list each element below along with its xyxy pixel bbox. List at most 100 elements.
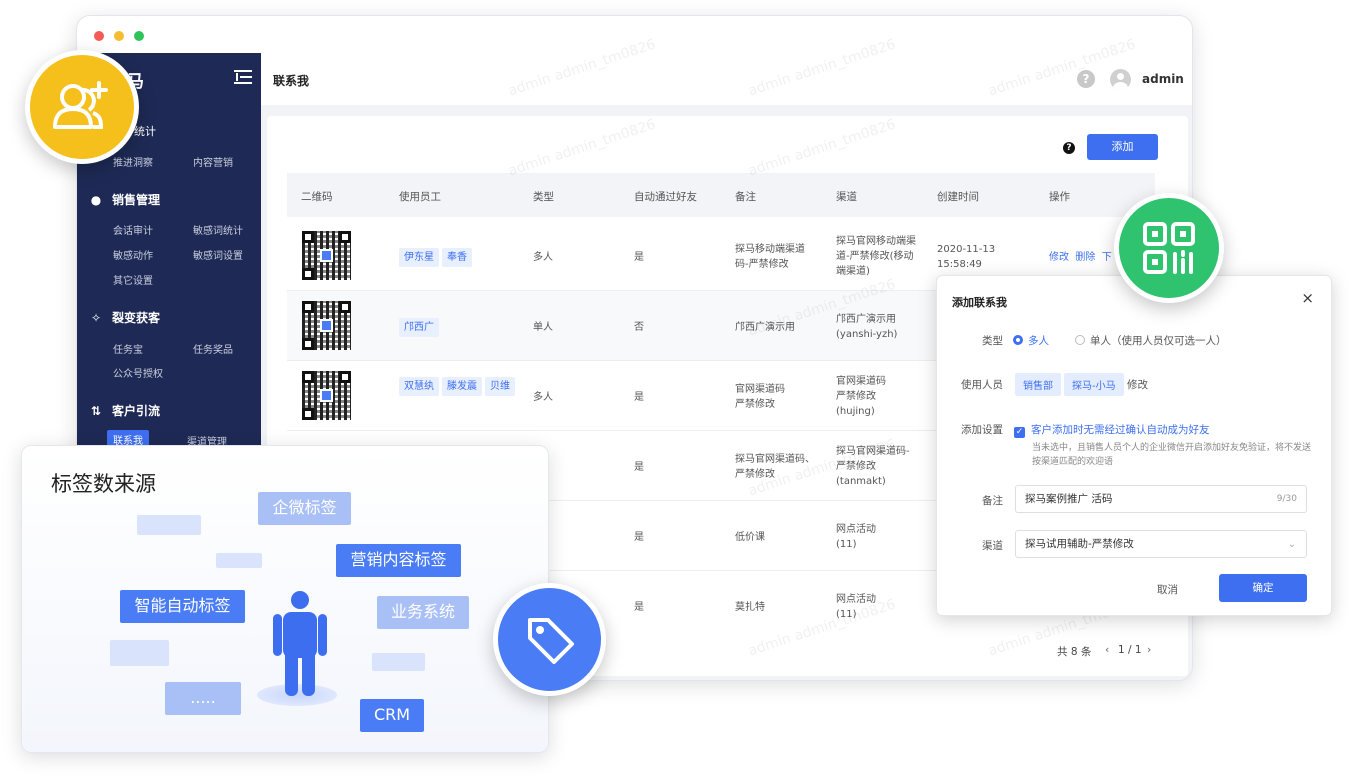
- sidebar-item-content[interactable]: 内容营销: [193, 154, 233, 169]
- sidebar-stat-label[interactable]: 统计: [134, 123, 156, 139]
- tag-badge: [493, 583, 606, 696]
- qrcode-icon: [1143, 222, 1195, 274]
- tag-more: .....: [165, 682, 241, 715]
- chevron-down-icon: ⌄: [1287, 539, 1296, 550]
- page-title: 联系我: [273, 74, 310, 88]
- close-icon[interactable]: ×: [1301, 289, 1314, 307]
- help-icon[interactable]: ?: [1077, 70, 1095, 88]
- confirm-button[interactable]: 确定: [1219, 574, 1307, 602]
- ghost-tag: [216, 553, 262, 568]
- qr-code-image[interactable]: [302, 301, 351, 350]
- staff-cell: 邝西广: [399, 318, 442, 340]
- channel-cell: 网点活动 (11): [836, 524, 876, 550]
- sidebar-section-label: 销售管理: [112, 193, 161, 207]
- radio-icon: [1075, 335, 1085, 345]
- sidebar-item-prize[interactable]: 任务奖品: [193, 341, 233, 356]
- price-tag-icon: [527, 617, 574, 664]
- avatar[interactable]: [1110, 69, 1131, 90]
- edit-link[interactable]: 修改: [1049, 252, 1069, 263]
- sidebar-section-sales[interactable]: ● 销售管理: [89, 191, 160, 208]
- channel-cell: 邝西广演示用 (yanshi-yzh): [836, 314, 898, 340]
- sidebar-item-insight[interactable]: 推进洞察: [113, 154, 153, 169]
- close-dot[interactable]: [94, 31, 104, 41]
- sidebar-section-traffic[interactable]: ⇅ 客户引流: [89, 402, 160, 419]
- tag-wecom: 企微标签: [258, 492, 351, 525]
- type-option-single[interactable]: 单人（使用人员仅可选一人）: [1075, 333, 1227, 348]
- dialog-title: 添加联系我: [952, 296, 1007, 309]
- remark-cell: 莫扎特: [735, 602, 765, 613]
- remark-cell: 官网渠道码 严禁修改: [735, 384, 785, 410]
- qrcode-badge: [1114, 193, 1224, 303]
- tag-source-card: 标签数来源 企微标签 营销内容标签 智能自动标签 业务系统 CRM .....: [21, 445, 549, 753]
- staff-cell: 双慧纨 滕发震 贝维: [399, 377, 519, 399]
- ghost-tag: [110, 640, 169, 666]
- sidebar-item-other-settings[interactable]: 其它设置: [113, 272, 153, 287]
- ghost-tag: [372, 653, 425, 671]
- channel-cell: 官网渠道码 严禁修改 (hujing): [836, 376, 886, 417]
- delete-link[interactable]: 删除: [1075, 252, 1095, 263]
- sidebar-item-mp-auth[interactable]: 公众号授权: [113, 365, 163, 380]
- column-header: 使用员工: [399, 191, 441, 203]
- person-figure-icon: [273, 591, 327, 696]
- qr-code-image[interactable]: [302, 371, 351, 420]
- staff-tag: 伊东星: [399, 248, 439, 267]
- column-header: 操作: [1049, 191, 1070, 203]
- minimize-dot[interactable]: [114, 31, 124, 41]
- cancel-button[interactable]: 取消: [1157, 582, 1178, 597]
- person-icon: ●: [90, 192, 102, 207]
- staff-edit-link[interactable]: 修改: [1127, 377, 1148, 392]
- type-cell: 多人: [533, 252, 553, 263]
- sidebar-section-label: 裂变获客: [112, 311, 161, 325]
- tag-marketing: 营销内容标签: [336, 544, 461, 577]
- add-user-badge: [25, 50, 139, 164]
- sidebar-item-sensitive-setting[interactable]: 敏感词设置: [193, 247, 243, 262]
- remark-cell: 探马移动端渠道码-严禁修改: [735, 244, 805, 270]
- staff-tag: 邝西广: [399, 318, 439, 337]
- user-name[interactable]: admin: [1142, 72, 1184, 86]
- add-button[interactable]: 添加: [1087, 134, 1158, 160]
- sidebar-item-task[interactable]: 任务宝: [113, 341, 143, 356]
- tag-business: 业务系统: [377, 596, 469, 629]
- prev-page-icon[interactable]: ‹: [1105, 643, 1109, 656]
- setting-hint: 当未选中，且销售人员个人的企业微信开启添加好友免验证，将不发送按渠道匹配的欢迎语: [1032, 443, 1312, 467]
- collapse-menu-icon[interactable]: [234, 69, 252, 85]
- add-user-icon: [53, 81, 108, 129]
- sidebar-section-fission[interactable]: ✧ 裂变获客: [89, 309, 160, 326]
- staff-label: 使用人员: [961, 379, 1003, 391]
- channel-select[interactable]: 探马试用辅助-严禁修改 ⌄: [1015, 530, 1307, 558]
- channel-select-value: 探马试用辅助-严禁修改: [1025, 538, 1134, 550]
- type-cell: 多人: [533, 392, 553, 403]
- staff-tag: 双慧纨: [399, 377, 439, 396]
- remark-cell: 低价课: [735, 532, 765, 543]
- type-cell: 单人: [533, 322, 553, 333]
- next-page-icon[interactable]: ›: [1147, 643, 1151, 656]
- auto-cell: 是: [634, 392, 644, 403]
- column-header: 二维码: [301, 191, 333, 203]
- question-icon[interactable]: ?: [1063, 142, 1075, 154]
- sidebar-item-audit[interactable]: 会话审计: [113, 222, 153, 237]
- staff-tag: 销售部: [1015, 373, 1061, 396]
- ghost-tag: [137, 515, 201, 535]
- sidebar-item-sensitive-action[interactable]: 敏感动作: [113, 247, 153, 262]
- qr-code-image[interactable]: [302, 231, 351, 280]
- auto-cell: 是: [634, 532, 644, 543]
- column-header: 创建时间: [937, 191, 979, 203]
- column-header: 类型: [533, 191, 554, 203]
- table-header: 二维码 使用员工 类型 自动通过好友 备注 渠道 创建时间 操作: [287, 173, 1155, 217]
- remark-input[interactable]: 探马案例推广 活码 9/30: [1015, 485, 1307, 513]
- type-option-multi[interactable]: 多人: [1013, 333, 1049, 348]
- download-link[interactable]: 下: [1102, 252, 1112, 263]
- column-header: 备注: [735, 191, 756, 203]
- maximize-dot[interactable]: [134, 31, 144, 41]
- staff-tag: 贝维: [485, 377, 515, 396]
- radio-selected-icon: [1013, 335, 1023, 345]
- actions-cell: 修改 删除 下: [1049, 250, 1112, 265]
- sidebar-item-sensitive-stat[interactable]: 敏感词统计: [193, 222, 243, 237]
- type-label: 类型: [982, 335, 1003, 347]
- checkmark-icon: ✓: [1014, 427, 1025, 438]
- auto-friend-checkbox[interactable]: ✓ 客户添加时无需经过确认自动成为好友: [1014, 422, 1210, 438]
- add-contact-dialog: 添加联系我 × 类型 多人 单人（使用人员仅可选一人） 使用人员 销售部 探马-…: [936, 275, 1332, 616]
- auto-cell: 是: [634, 252, 644, 263]
- column-header: 渠道: [836, 191, 857, 203]
- staff-cell: 伊东星 奉香: [399, 248, 475, 270]
